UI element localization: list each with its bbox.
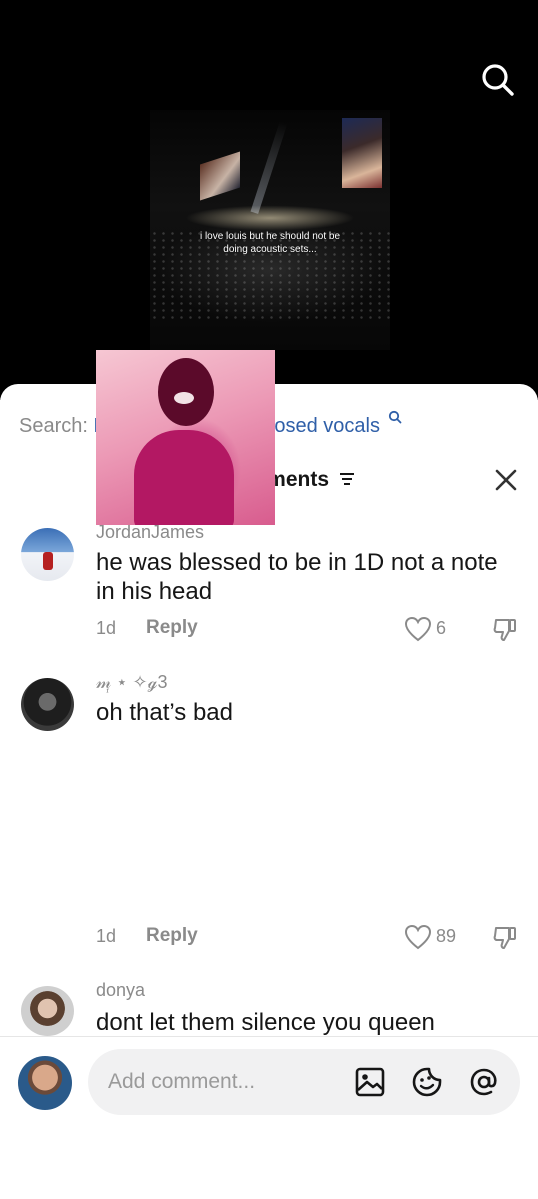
comment-gif-image[interactable]: [96, 350, 275, 525]
comment-text: dont let them silence you queen: [96, 1009, 435, 1036]
sort-filter-icon[interactable]: [339, 472, 355, 486]
heart-icon[interactable]: [404, 616, 432, 642]
comment-username[interactable]: donya: [96, 980, 145, 1001]
emoji-sticker-icon[interactable]: [411, 1066, 443, 1098]
like-count: 6: [436, 618, 447, 638]
gif-figure-mouth: [174, 392, 194, 404]
comment-text: oh that’s bad: [96, 699, 234, 726]
close-icon[interactable]: [492, 466, 520, 494]
search-icon: [388, 410, 401, 424]
avatar[interactable]: [21, 528, 74, 581]
reply-button[interactable]: Reply: [146, 617, 198, 639]
video-caption: i love louis but he should not be doing …: [199, 231, 341, 255]
comment-age: 1d: [96, 618, 117, 638]
avatar[interactable]: [21, 678, 74, 731]
image-icon[interactable]: [354, 1066, 386, 1098]
reply-button[interactable]: Reply: [146, 925, 198, 947]
mention-icon[interactable]: [468, 1066, 500, 1098]
like-count: 89: [436, 926, 457, 946]
avatar[interactable]: [18, 1056, 72, 1110]
heart-icon[interactable]: [404, 924, 432, 950]
video-player[interactable]: i love louis but he should not be doing …: [0, 0, 538, 400]
search-prefix: Search:: [19, 415, 88, 437]
dislike-icon[interactable]: [492, 925, 518, 951]
dislike-icon[interactable]: [492, 617, 518, 643]
comment-username[interactable]: 𝓂᷊ ⋆ ✧ℊ3: [96, 672, 168, 693]
comment-text: he was blessed to be in 1D not a note in…: [96, 549, 498, 605]
gif-figure-body: [134, 430, 234, 525]
stage-screen-right: [342, 118, 382, 188]
comment-input-placeholder[interactable]: Add comment...: [108, 1070, 255, 1094]
search-icon[interactable]: [478, 60, 518, 100]
comment-username[interactable]: JordanJames: [96, 522, 204, 543]
avatar[interactable]: [21, 986, 74, 1036]
composer-divider: [0, 1036, 538, 1037]
comment-age: 1d: [96, 926, 117, 946]
